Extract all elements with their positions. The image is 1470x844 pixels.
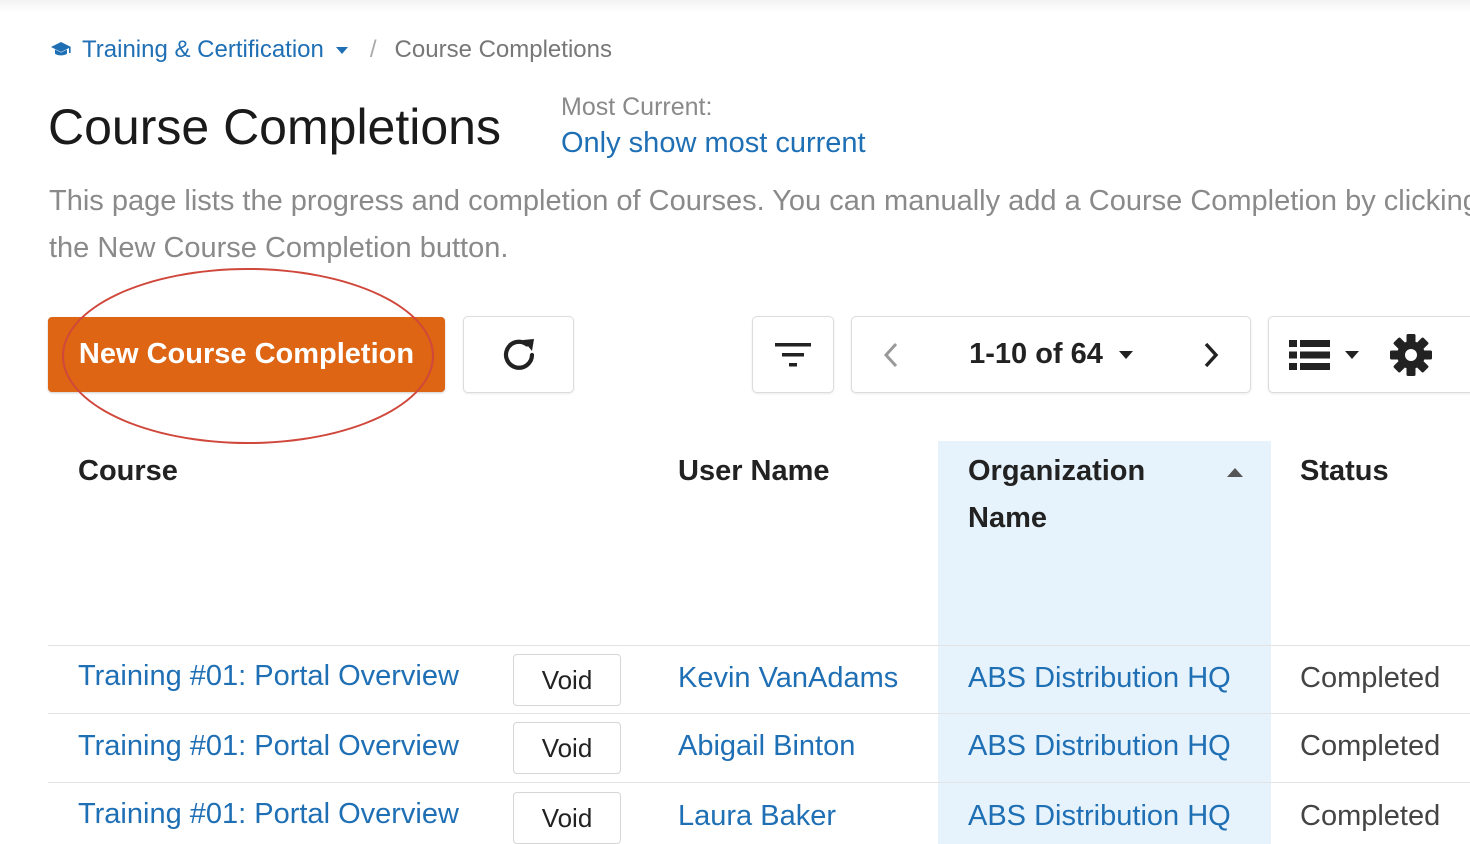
organization-link[interactable]: ABS Distribution HQ: [968, 662, 1231, 695]
breadcrumb-current: Course Completions: [394, 36, 612, 63]
most-current-toggle-link[interactable]: Only show most current: [561, 127, 866, 160]
pagination-control: 1-10 of 64: [851, 316, 1251, 393]
status-text: Completed: [1300, 800, 1441, 832]
filter-button[interactable]: [752, 316, 834, 393]
filter-icon: [773, 340, 813, 370]
new-course-completion-button[interactable]: New Course Completion: [48, 317, 445, 392]
table-row: Training #01: Portal Overview Void Kevin…: [48, 645, 1470, 713]
status-text: Completed: [1300, 662, 1441, 694]
column-header-organization-name[interactable]: Organization Name: [968, 448, 1168, 542]
user-link[interactable]: Laura Baker: [678, 800, 836, 833]
column-header-user-name[interactable]: User Name: [678, 448, 830, 495]
void-button[interactable]: Void: [513, 654, 621, 706]
breadcrumb-separator: /: [369, 36, 377, 63]
breadcrumb-section-link[interactable]: Training & Certification: [82, 36, 324, 64]
page-description: This page lists the progress and complet…: [49, 185, 1470, 264]
course-link[interactable]: Training #01: Portal Overview: [78, 660, 459, 693]
chevron-down-icon[interactable]: [335, 46, 348, 54]
most-current-label: Most Current:: [561, 93, 713, 121]
column-header-status[interactable]: Status: [1300, 448, 1389, 495]
pagination-range-dropdown[interactable]: 1-10 of 64: [969, 338, 1133, 371]
refresh-icon: [496, 332, 542, 378]
organization-link[interactable]: ABS Distribution HQ: [968, 730, 1231, 763]
chevron-right-icon[interactable]: [1202, 341, 1220, 369]
top-shadow: [0, 0, 1470, 12]
chevron-left-icon[interactable]: [882, 341, 900, 369]
page-title: Course Completions: [48, 99, 501, 155]
course-link[interactable]: Training #01: Portal Overview: [78, 730, 459, 763]
gear-icon[interactable]: [1389, 333, 1433, 377]
course-link[interactable]: Training #01: Portal Overview: [78, 798, 459, 831]
void-button[interactable]: Void: [513, 792, 621, 844]
chevron-down-icon[interactable]: [1345, 350, 1359, 359]
refresh-button[interactable]: [463, 316, 574, 393]
breadcrumb: Training & Certification / Course Comple…: [50, 34, 612, 66]
table-row: Training #01: Portal Overview Void Laura…: [48, 782, 1470, 844]
pagination-range-label: 1-10 of 64: [969, 338, 1103, 370]
chevron-down-icon: [1118, 350, 1133, 359]
graduation-cap-icon: [50, 39, 72, 61]
column-header-course[interactable]: Course: [78, 448, 178, 495]
sort-ascending-icon[interactable]: [1227, 468, 1243, 477]
user-link[interactable]: Abigail Binton: [678, 730, 855, 763]
list-view-icon[interactable]: [1289, 339, 1331, 371]
status-text: Completed: [1300, 730, 1441, 762]
void-button[interactable]: Void: [513, 722, 621, 774]
organization-link[interactable]: ABS Distribution HQ: [968, 800, 1231, 833]
table-row: Training #01: Portal Overview Void Abiga…: [48, 713, 1470, 781]
user-link[interactable]: Kevin VanAdams: [678, 662, 898, 695]
view-options-button[interactable]: [1268, 316, 1470, 393]
